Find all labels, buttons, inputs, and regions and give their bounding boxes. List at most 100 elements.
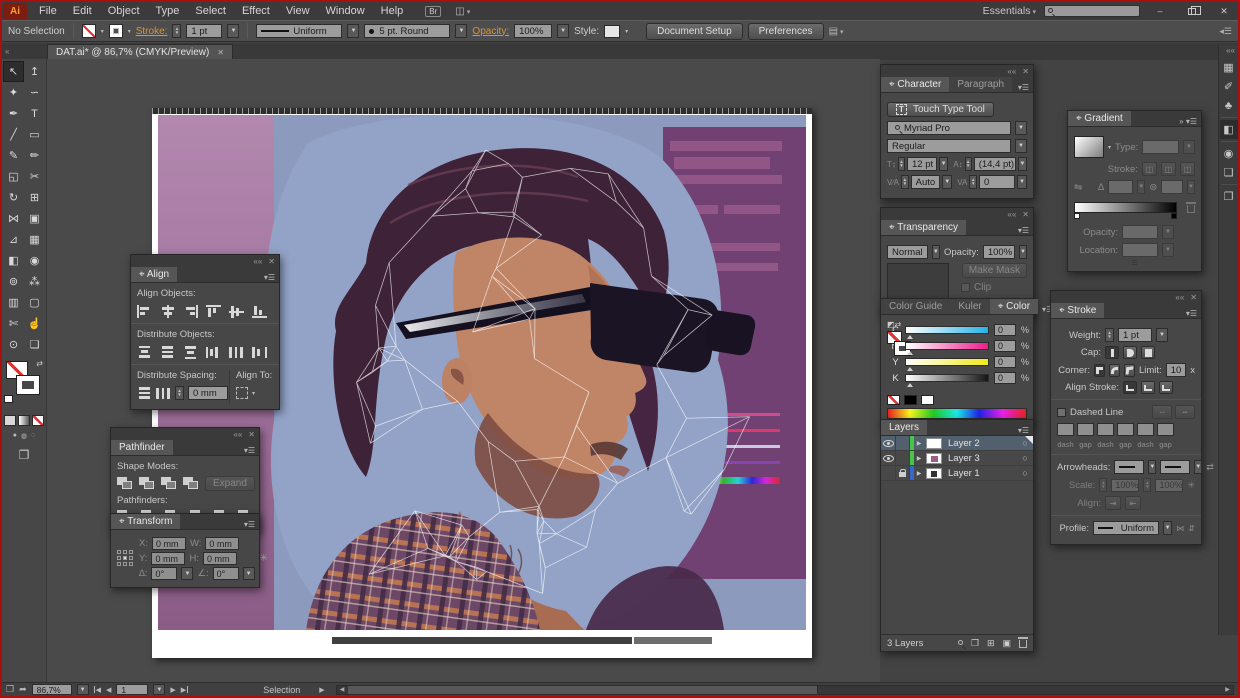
c-channel-slider[interactable]: [905, 326, 989, 334]
rectangle-tool[interactable]: ▭: [24, 124, 45, 145]
swap-fill-stroke-icon[interactable]: ◩⇄: [887, 320, 901, 329]
gap-field-1[interactable]: [1077, 423, 1094, 436]
horizontal-scrollbar[interactable]: ◀ ▶: [336, 685, 1234, 695]
status-readout[interactable]: Selection: [263, 685, 300, 695]
symbol-sprayer-tool[interactable]: ⁂: [24, 271, 45, 292]
gradient-mode-button[interactable]: [18, 415, 30, 426]
dash-field-2[interactable]: [1097, 423, 1114, 436]
expand-triangle-icon[interactable]: ▶: [914, 436, 924, 450]
scale-start-field[interactable]: 100%: [1111, 479, 1139, 492]
scissors-tool[interactable]: ✂: [24, 166, 45, 187]
opacity-link[interactable]: Opacity:: [472, 26, 509, 37]
tab-stroke[interactable]: ⌖ Stroke: [1051, 303, 1104, 318]
arrow-align-end-button[interactable]: ⇤: [1125, 496, 1141, 510]
arrowhead-end-dropdown[interactable]: ▼: [1194, 460, 1202, 474]
zoom-tool[interactable]: ⊙: [3, 334, 24, 355]
hand-tool[interactable]: ☝: [24, 313, 45, 334]
app-logo-icon[interactable]: Ai: [3, 3, 27, 19]
y-channel-slider[interactable]: [905, 358, 989, 366]
variable-width-select[interactable]: Uniform: [256, 24, 342, 38]
visibility-toggle[interactable]: [881, 466, 896, 480]
gradient-angle-dropdown[interactable]: ▼: [1137, 180, 1145, 194]
y-field[interactable]: 0 mm: [151, 552, 185, 565]
lasso-tool[interactable]: ∽: [24, 82, 45, 103]
reference-point-grid[interactable]: [117, 550, 134, 567]
vertical-distribute-top-button[interactable]: [137, 346, 152, 359]
dash-field-1[interactable]: [1057, 423, 1074, 436]
visibility-toggle[interactable]: [881, 436, 896, 450]
delete-layer-icon[interactable]: [1019, 640, 1027, 648]
free-transform-tool[interactable]: ⊞: [24, 187, 45, 208]
touch-type-tool-button[interactable]: T Touch Type Tool: [887, 102, 994, 117]
exclude-button[interactable]: [183, 477, 199, 490]
zoom-level-field[interactable]: 86,7%: [32, 684, 72, 695]
panel-collapse-icon[interactable]: ««: [1175, 293, 1184, 302]
screen-mode-icon[interactable]: ❐: [19, 448, 30, 462]
shape-builder-tool[interactable]: ◱: [3, 166, 24, 187]
panel-close-icon[interactable]: ✕: [1022, 210, 1029, 219]
lock-toggle[interactable]: [896, 451, 910, 465]
m-channel-slider[interactable]: [905, 342, 989, 350]
menu-help[interactable]: Help: [373, 5, 412, 17]
transparency-opacity-field[interactable]: 100%: [983, 245, 1015, 259]
artboard-tool[interactable]: ▢: [24, 292, 45, 313]
gradient-tool[interactable]: ◧: [3, 250, 24, 271]
kerning-field[interactable]: Auto: [911, 175, 941, 189]
visibility-toggle[interactable]: [881, 451, 896, 465]
stroke-color-well[interactable]: [17, 376, 39, 394]
arrowhead-start-dropdown[interactable]: ▼: [1148, 460, 1156, 474]
horizontal-align-left-button[interactable]: [137, 305, 152, 318]
tab-layers[interactable]: Layers: [881, 420, 927, 435]
tab-pathfinder[interactable]: Pathfinder: [111, 440, 173, 455]
gradient-location-dropdown[interactable]: ▼: [1162, 243, 1174, 257]
scroll-left-icon[interactable]: ◀: [337, 686, 348, 693]
gradient-stop-black[interactable]: [1171, 213, 1177, 219]
arrange-documents-icon[interactable]: ◫▾: [455, 6, 470, 17]
tab-kuler[interactable]: Kuler: [950, 299, 989, 314]
butt-cap-button[interactable]: [1105, 346, 1119, 359]
brushes-panel-icon[interactable]: ✐: [1220, 77, 1238, 96]
panel-menu-icon[interactable]: ▾☰: [260, 273, 279, 282]
intersect-button[interactable]: [161, 477, 177, 490]
stroke-weight-field[interactable]: 1 pt: [186, 24, 222, 38]
horizontal-align-center-button[interactable]: [160, 305, 175, 318]
blend-mode-dropdown[interactable]: ▼: [932, 245, 940, 259]
menu-object[interactable]: Object: [100, 5, 148, 17]
font-size-dropdown[interactable]: ▼: [939, 157, 948, 171]
graphic-styles-panel-icon[interactable]: ❏: [1220, 163, 1238, 182]
rotate-dropdown[interactable]: ▼: [181, 567, 193, 580]
kerning-stepper[interactable]: ▲▼: [901, 175, 909, 189]
next-artboard-button[interactable]: ▶: [170, 686, 175, 694]
arrowhead-end-select[interactable]: [1160, 460, 1190, 474]
opacity-field[interactable]: 100%: [514, 24, 552, 38]
perspective-grid-tool[interactable]: ⊿: [3, 229, 24, 250]
stroke-weight-stepper[interactable]: ▲▼: [172, 24, 181, 38]
tab-transform[interactable]: ⌖ Transform: [111, 514, 180, 529]
black-swatch[interactable]: [904, 395, 917, 405]
gradient-opacity-field[interactable]: [1122, 225, 1158, 239]
tracking-field[interactable]: 0: [979, 175, 1015, 189]
scrollbar-thumb[interactable]: [348, 686, 818, 694]
live-paint-bucket-tool[interactable]: ▣: [24, 208, 45, 229]
bevel-join-button[interactable]: [1124, 364, 1135, 377]
rotate-tool[interactable]: ↻: [3, 187, 24, 208]
minus-front-button[interactable]: [139, 477, 155, 490]
bridge-button[interactable]: Br: [425, 6, 441, 17]
pencil-tool[interactable]: ✏: [24, 145, 45, 166]
gradient-slider[interactable]: [1074, 202, 1177, 213]
w-field[interactable]: 0 mm: [205, 537, 239, 550]
vertical-distribute-bottom-button[interactable]: [183, 346, 198, 359]
font-family-dropdown[interactable]: ▼: [1015, 121, 1027, 135]
scroll-right-icon[interactable]: ▶: [1222, 686, 1233, 693]
panel-menu-icon[interactable]: ▾☰: [240, 446, 259, 455]
tab-transparency[interactable]: ⌖ Transparency: [881, 220, 966, 235]
layer-row[interactable]: ▶Layer 1○: [881, 466, 1033, 481]
panel-close-icon[interactable]: ✕: [268, 257, 275, 266]
panel-collapse-icon[interactable]: ««: [253, 257, 262, 266]
kerning-dropdown[interactable]: ▼: [942, 175, 952, 189]
swatches-panel-icon[interactable]: ▦: [1220, 58, 1238, 77]
draw-inside-icon[interactable]: ◌: [31, 432, 35, 440]
delete-stop-icon[interactable]: [1187, 205, 1195, 213]
last-artboard-button[interactable]: ▶: [181, 686, 188, 694]
horizontal-distribute-left-button[interactable]: [206, 346, 221, 359]
